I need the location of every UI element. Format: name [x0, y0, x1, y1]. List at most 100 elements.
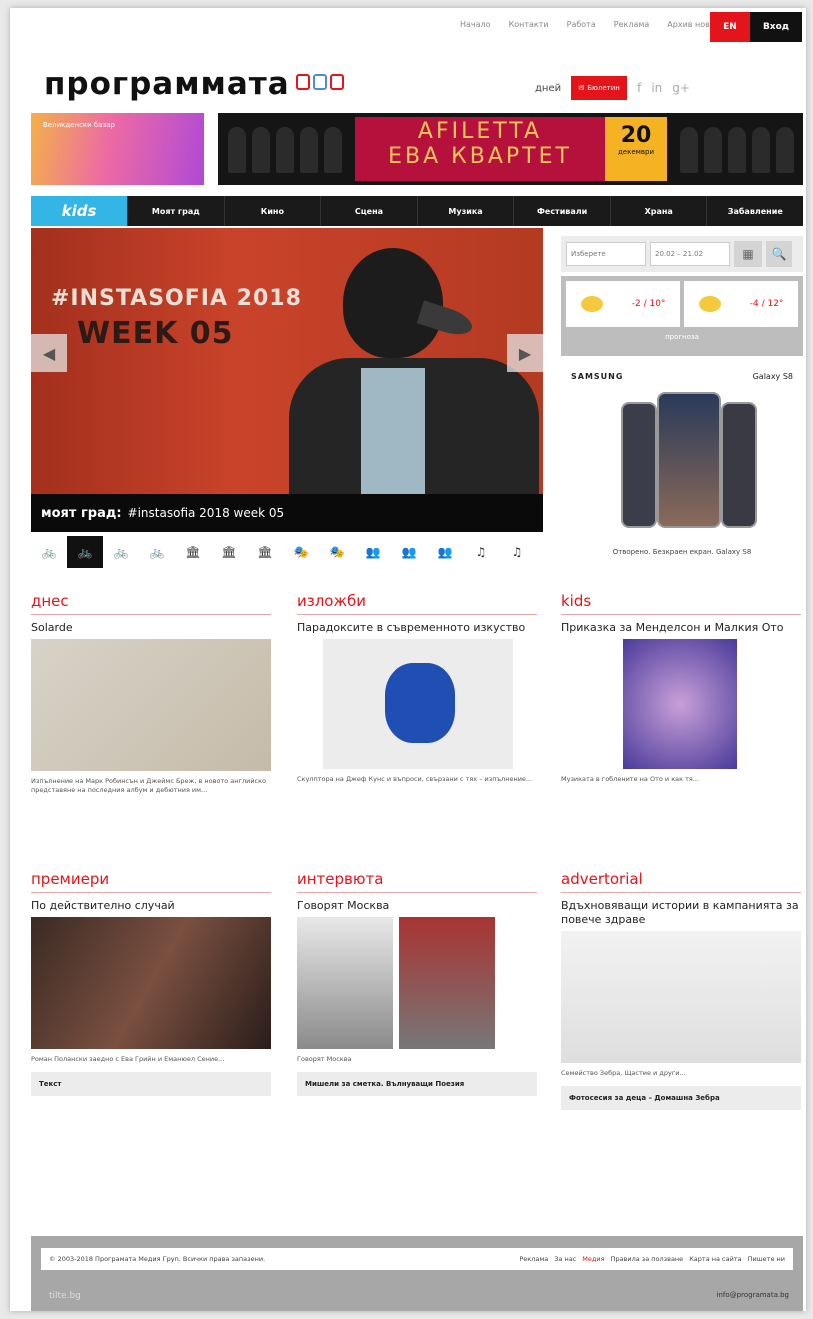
museum-icon[interactable]: 🏛	[211, 536, 247, 568]
museum-icon[interactable]: 🏛	[175, 536, 211, 568]
lang-en-button[interactable]: EN	[710, 12, 750, 42]
date-select[interactable]: 20.02 – 21.02	[650, 242, 730, 266]
section-exhibitions: изложби Парадоксите в съвременното изкус…	[297, 592, 537, 784]
article-title[interactable]: По действително случай	[31, 899, 271, 913]
footer-links: Реклама За нас Медия Правила за ползване…	[519, 1255, 785, 1263]
header-tools: дней ✉ Бюлетин f in g+	[535, 76, 690, 100]
category-select[interactable]: Изберете	[566, 242, 646, 266]
top-link-jobs[interactable]: Работа	[567, 20, 596, 29]
newsletter-button[interactable]: ✉ Бюлетин	[571, 76, 628, 100]
samsung-ad[interactable]: SAMSUNG Galaxy S8 Отворено. Безкраен екр…	[561, 368, 803, 558]
nav-item-stage[interactable]: Сцена	[320, 196, 417, 226]
nav-kids[interactable]: kids	[31, 196, 127, 226]
city-selector[interactable]: дней	[535, 83, 561, 94]
banner-date-day: 20	[620, 123, 652, 148]
section-kids: kids Приказка за Менделсон и Малкия Ото …	[561, 592, 801, 784]
banner-quartet-right	[680, 127, 794, 173]
related-link[interactable]: Текст	[31, 1072, 271, 1096]
footer: © 2003-2018 Програмата Медия Груп. Всичк…	[31, 1236, 803, 1311]
phone-image	[721, 402, 757, 528]
nav-item-festivals[interactable]: Фестивали	[513, 196, 610, 226]
nav-item-food[interactable]: Храна	[609, 196, 707, 226]
search-icon[interactable]: 🔍	[766, 241, 792, 267]
footer-link[interactable]: Правила за ползване	[611, 1255, 684, 1263]
footer-logo[interactable]: tilte.bg	[49, 1291, 81, 1301]
facebook-icon[interactable]: f	[637, 81, 641, 95]
nav-item-music[interactable]: Музика	[416, 196, 514, 226]
footer-email[interactable]: info@programata.bg	[717, 1291, 789, 1299]
article-title[interactable]: Говорят Москва	[297, 899, 537, 913]
prev-arrow-icon[interactable]: ◀	[31, 334, 67, 372]
top-link-contacts[interactable]: Контакти	[509, 20, 549, 29]
moscow-photo	[399, 917, 495, 1049]
music-icon[interactable]: ♫	[499, 536, 535, 568]
article-desc: Изпълнение на Марк Робинсън и Джеймс Бре…	[31, 777, 267, 794]
theater-icon[interactable]: 🎭	[319, 536, 355, 568]
linkedin-icon[interactable]: in	[651, 81, 662, 95]
banner-title: AFILETTA ЕВА КВАРТЕТ	[355, 117, 605, 181]
article-image[interactable]	[31, 917, 271, 1049]
next-arrow-icon[interactable]: ▶	[507, 334, 543, 372]
nav-item-fun[interactable]: Забавление	[706, 196, 803, 226]
footer-link[interactable]: Реклама	[519, 1255, 548, 1263]
people-icon[interactable]: 👥	[391, 536, 427, 568]
article-title[interactable]: Парадоксите в съвременното изкуство	[297, 621, 537, 635]
googleplus-icon[interactable]: g+	[672, 81, 690, 95]
top-link-advert[interactable]: Реклама	[614, 20, 650, 29]
people-icon[interactable]: 👥	[427, 536, 463, 568]
bike-icon[interactable]: 🚲	[31, 536, 67, 568]
footer-row: © 2003-2018 Програмата Медия Груп. Всичк…	[41, 1248, 793, 1270]
footer-link[interactable]: Карта на сайта	[689, 1255, 741, 1263]
music-icon[interactable]: ♫	[463, 536, 499, 568]
footer-link[interactable]: Медия	[582, 1255, 604, 1263]
article-title[interactable]: Solarde	[31, 621, 271, 635]
event-search: Изберете 20.02 – 21.02 ▦ 🔍	[561, 236, 803, 272]
section-premieres: премиери По действително случай Роман По…	[31, 870, 271, 1096]
museum-icon[interactable]: 🏛	[247, 536, 283, 568]
article-title[interactable]: Вдъхновяващи истории в кампанията за пов…	[561, 899, 801, 927]
section-heading[interactable]: интервюта	[297, 870, 537, 893]
article-image[interactable]	[323, 639, 513, 769]
nav-item-cinema[interactable]: Кино	[223, 196, 321, 226]
article-image[interactable]	[561, 931, 801, 1063]
bike-icon-active[interactable]: 🚲	[67, 536, 103, 568]
calendar-icon[interactable]: ▦	[734, 241, 762, 267]
banner-left-ad[interactable]: Великденски базар	[31, 113, 204, 185]
sun-cloud-icon	[698, 296, 721, 312]
section-heading[interactable]: advertorial	[561, 870, 801, 893]
banner-concert-ad[interactable]: AFILETTA ЕВА КВАРТЕТ 20 декември	[218, 113, 803, 185]
weather-label: прогноза	[665, 333, 699, 341]
related-link[interactable]: Фотосесия за деца – Домашна Зебра	[561, 1086, 801, 1110]
nav-item-city[interactable]: Моят град	[127, 196, 224, 226]
image-caption: Говорят Москва	[297, 1055, 352, 1063]
top-link-home[interactable]: Начало	[460, 20, 491, 29]
footer-link[interactable]: За нас	[554, 1255, 576, 1263]
hero-slider[interactable]: #INSTASOFIA 2018 WEEK 05 ◀ ▶ моят град: …	[31, 228, 543, 532]
people-icon[interactable]: 👥	[355, 536, 391, 568]
related-link[interactable]: Мишели за сметка. Вълнуващи Поезия	[297, 1072, 537, 1096]
footer-link[interactable]: Пишете ни	[748, 1255, 785, 1263]
hero-caption[interactable]: моят град: #instasofia 2018 week 05	[31, 494, 543, 532]
article-image[interactable]	[297, 917, 537, 1049]
site-logo[interactable]: программата	[44, 66, 290, 102]
hero-headline: #INSTASOFIA 2018	[51, 286, 302, 311]
banner-title-line2: ЕВА КВАРТЕТ	[388, 144, 572, 169]
bike-icon[interactable]: 🚲	[103, 536, 139, 568]
newsletter-label: Бюлетин	[587, 84, 620, 92]
article-desc: Музиката в гоблените на Ото и как тя...	[561, 775, 699, 783]
section-heading[interactable]: премиери	[31, 870, 271, 893]
theater-icon[interactable]: 🎭	[283, 536, 319, 568]
hero-subheadline: WEEK 05	[77, 316, 234, 351]
article-image[interactable]	[623, 639, 737, 769]
section-heading[interactable]: kids	[561, 592, 801, 615]
ad-brand: SAMSUNG	[571, 372, 624, 381]
article-title[interactable]: Приказка за Менделсон и Малкия Ото	[561, 621, 801, 635]
login-button[interactable]: Вход	[750, 12, 802, 42]
weather-tomorrow: -4 / 12°	[684, 281, 798, 327]
hero-thumbnail-icons: 🚲 🚲 🚲 🚲 🏛 🏛 🏛 🎭 🎭 👥 👥 👥 ♫ ♫	[31, 536, 535, 568]
bike-icon[interactable]: 🚲	[139, 536, 175, 568]
section-heading[interactable]: днес	[31, 592, 271, 615]
banner-title-line1: AFILETTA	[417, 119, 543, 144]
article-image[interactable]	[31, 639, 271, 771]
section-heading[interactable]: изложби	[297, 592, 537, 615]
